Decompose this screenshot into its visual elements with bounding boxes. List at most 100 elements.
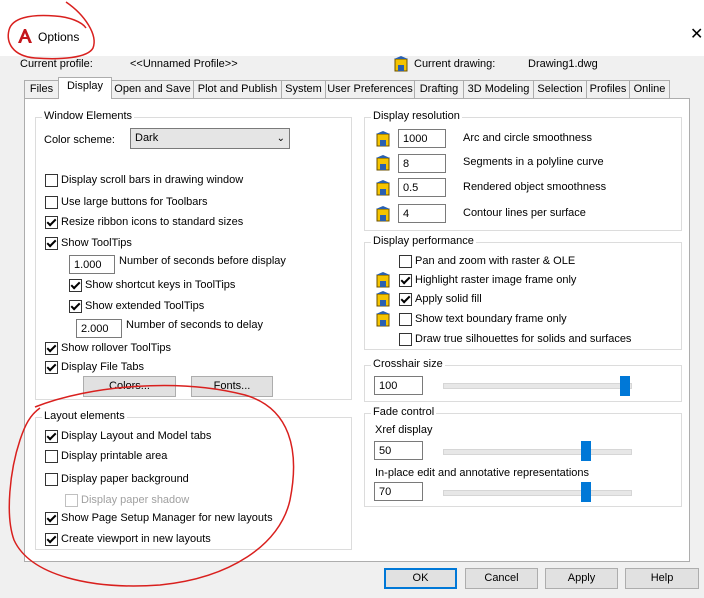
polyline-segments-field[interactable]: 8: [398, 154, 446, 173]
tab-files[interactable]: Files: [24, 80, 59, 98]
tab-display[interactable]: Display: [58, 77, 112, 99]
polyline-segments-label: Segments in a polyline curve: [463, 156, 604, 168]
printable-area-checkbox[interactable]: [45, 450, 58, 463]
scroll-bars-checkbox[interactable]: [45, 174, 58, 187]
color-scheme-label: Color scheme:: [44, 134, 115, 146]
chevron-down-icon: ⌄: [276, 133, 285, 144]
tooltip-delay-label: Number of seconds before display: [119, 255, 286, 267]
tab-3d-modeling[interactable]: 3D Modeling: [463, 80, 534, 98]
extended-tooltips-label: Show extended ToolTips: [85, 300, 205, 312]
create-viewport-label: Create viewport in new layouts: [61, 533, 211, 545]
true-silhouettes-label: Draw true silhouettes for solids and sur…: [415, 333, 632, 345]
large-buttons-checkbox[interactable]: [45, 196, 58, 209]
xref-display-slider[interactable]: [581, 441, 592, 461]
create-viewport-checkbox[interactable]: [45, 533, 58, 546]
shortcut-keys-label: Show shortcut keys in ToolTips: [85, 279, 236, 291]
crosshair-size-track: [443, 383, 632, 389]
highlight-raster-checkbox[interactable]: [399, 274, 412, 287]
printable-area-label: Display printable area: [61, 450, 168, 462]
drawing-saved-icon: [376, 180, 390, 196]
contour-lines-field[interactable]: 4: [398, 204, 446, 223]
extended-tooltips-checkbox[interactable]: [69, 300, 82, 313]
rendered-smoothness-field[interactable]: 0.5: [398, 178, 446, 197]
paper-shadow-label: Display paper shadow: [81, 494, 190, 506]
layout-model-tabs-label: Display Layout and Model tabs: [61, 430, 212, 442]
extended-delay-field[interactable]: 2.000: [76, 319, 122, 338]
options-dialog: Options ✕ Current profile: <<Unnamed Pro…: [0, 0, 704, 598]
inplace-edit-slider[interactable]: [581, 482, 592, 502]
tab-label: Display: [66, 80, 104, 92]
current-profile-value: <<Unnamed Profile>>: [130, 58, 238, 70]
solid-fill-checkbox[interactable]: [399, 293, 412, 306]
tab-open-and-save[interactable]: Open and Save: [111, 80, 194, 98]
resize-ribbon-checkbox[interactable]: [45, 216, 58, 229]
tab-label: Drafting: [419, 83, 459, 95]
layout-elements-title: Layout elements: [42, 410, 127, 422]
current-drawing-label: Current drawing:: [414, 58, 496, 70]
pan-zoom-raster-checkbox[interactable]: [399, 255, 412, 268]
scroll-bars-label: Display scroll bars in drawing window: [61, 174, 244, 186]
ok-button[interactable]: OK: [384, 568, 457, 589]
tooltip-delay-field[interactable]: 1.000: [69, 255, 115, 274]
text-boundary-label: Show text boundary frame only: [415, 313, 567, 325]
close-icon[interactable]: ✕: [690, 27, 703, 43]
tab-system[interactable]: System: [281, 80, 326, 98]
display-performance-title: Display performance: [371, 235, 476, 247]
fonts-button[interactable]: Fonts...: [191, 376, 273, 397]
paper-shadow-checkbox[interactable]: [65, 494, 78, 507]
tab-drafting[interactable]: Drafting: [414, 80, 464, 98]
tab-label: Online: [633, 83, 666, 95]
display-resolution-title: Display resolution: [371, 110, 462, 122]
window-elements-title: Window Elements: [42, 110, 135, 122]
arc-smoothness-field[interactable]: 1000: [398, 129, 446, 148]
apply-button[interactable]: Apply: [545, 568, 618, 589]
xref-display-field[interactable]: 50: [374, 441, 423, 460]
tab-label: Plot and Publish: [197, 83, 278, 95]
large-buttons-label: Use large buttons for Toolbars: [61, 196, 208, 208]
tab-user-preferences[interactable]: User Preferences: [325, 80, 415, 98]
extended-delay-label: Number of seconds to delay: [126, 319, 263, 331]
true-silhouettes-checkbox[interactable]: [399, 333, 412, 346]
tab-selection[interactable]: Selection: [533, 80, 587, 98]
inplace-edit-field[interactable]: 70: [374, 482, 423, 501]
tab-label: Selection: [537, 83, 583, 95]
tab-label: System: [285, 83, 322, 95]
resize-ribbon-label: Resize ribbon icons to standard sizes: [61, 216, 244, 228]
show-tooltips-checkbox[interactable]: [45, 237, 58, 250]
layout-model-tabs-checkbox[interactable]: [45, 430, 58, 443]
arc-smoothness-label: Arc and circle smoothness: [463, 132, 592, 144]
tab-online[interactable]: Online: [629, 80, 670, 98]
tab-label: User Preferences: [327, 83, 413, 95]
title-bar: Options ✕: [0, 0, 704, 56]
tab-profiles[interactable]: Profiles: [586, 80, 630, 98]
file-tabs-checkbox[interactable]: [45, 361, 58, 374]
tab-label: Profiles: [589, 83, 627, 95]
inplace-edit-label: In-place edit and annotative representat…: [375, 467, 590, 479]
crosshair-size-slider[interactable]: [620, 376, 630, 396]
drawing-saved-icon: [376, 272, 390, 288]
crosshair-size-title: Crosshair size: [371, 358, 445, 370]
paper-background-label: Display paper background: [61, 473, 189, 485]
shortcut-keys-checkbox[interactable]: [69, 279, 82, 292]
crosshair-size-field[interactable]: 100: [374, 376, 423, 395]
drawing-saved-icon: [376, 291, 390, 307]
drawing-saved-icon: [376, 155, 390, 171]
file-tabs-label: Display File Tabs: [61, 361, 144, 373]
help-button[interactable]: Help: [625, 568, 699, 589]
tab-plot-and-publish[interactable]: Plot and Publish: [193, 80, 282, 98]
colors-button[interactable]: Colors...: [83, 376, 176, 397]
rollover-tooltips-checkbox[interactable]: [45, 342, 58, 355]
cancel-button[interactable]: Cancel: [465, 568, 538, 589]
current-drawing-value: Drawing1.dwg: [528, 58, 598, 70]
color-scheme-select[interactable]: Dark ⌄: [130, 128, 290, 149]
xref-display-track: [443, 449, 632, 455]
pan-zoom-raster-label: Pan and zoom with raster & OLE: [415, 255, 576, 267]
show-tooltips-label: Show ToolTips: [61, 237, 132, 249]
autocad-a-icon: [18, 29, 32, 43]
text-boundary-checkbox[interactable]: [399, 313, 412, 326]
inplace-edit-track: [443, 490, 632, 496]
page-setup-manager-checkbox[interactable]: [45, 512, 58, 525]
highlight-raster-label: Highlight raster image frame only: [415, 274, 577, 286]
paper-background-checkbox[interactable]: [45, 473, 58, 486]
color-scheme-value: Dark: [135, 132, 159, 144]
